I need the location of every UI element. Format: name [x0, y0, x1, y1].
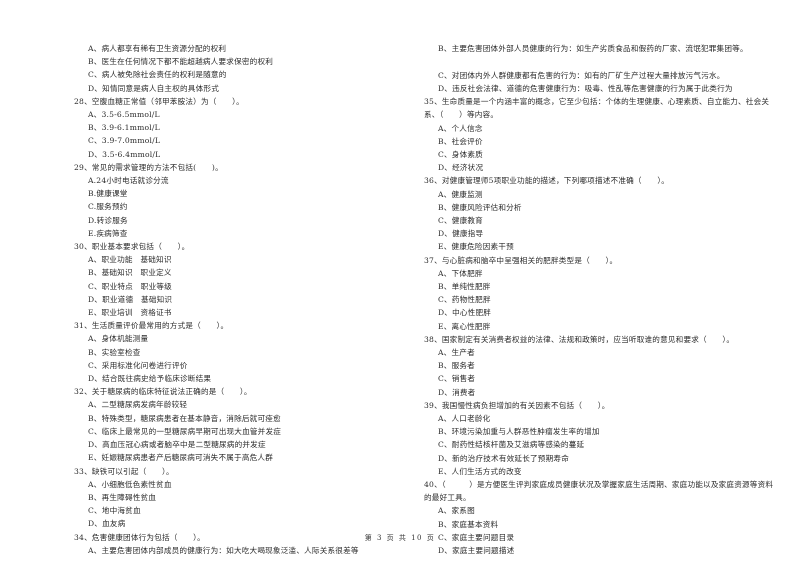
q34-option-c: C、对团体内外人群健康都有危害的行为：如有的厂矿生产过程大量排放污气污水。	[438, 70, 725, 80]
q33-option-a: A、小细胞低色素性贫血	[88, 479, 172, 489]
q35-option-a: A、个人信念	[438, 123, 483, 133]
q31-option-d: D、结合既往病史给予临床诊断结果	[88, 374, 212, 384]
q27-option-b: B、医生在任何情况下都不能超越病人要求保密的权利	[88, 57, 274, 67]
q39-option-a: A、人口老龄化	[438, 413, 491, 423]
q39-option-e: E、人们生活方式的改变	[438, 466, 522, 476]
q31-option-c: C、采用标准化问卷进行评价	[88, 360, 188, 370]
q37-option-c: C、药物性肥胖	[438, 295, 491, 305]
q30-option-e: E、职业培训 资格证书	[88, 308, 172, 318]
q36-option-c: C、健康教育	[438, 215, 483, 225]
q28-option-b: B、3.9-6.1mmol/L	[88, 123, 160, 133]
q39-stem: 39、我国慢性病负担增加的有关因素不包括（ ）。	[424, 400, 610, 410]
q32-option-c: C、临床上最常见的一型糖尿病早期可出现大血管并发症	[88, 426, 282, 436]
q40-option-b: B、家庭基本资料	[438, 519, 499, 529]
q39-option-c: C、耐药性结核杆菌及艾滋病等感染的蔓延	[438, 440, 585, 450]
q33-option-c: C、地中海贫血	[88, 506, 141, 516]
q39-option-b: B、环境污染加重与人群恶性肿瘤发生率的增加	[438, 427, 600, 437]
q27-option-c: C、病人被免除社会责任的权利是随意的	[88, 70, 227, 80]
q34-option-d: D、违反社会法律、道德的危害健康行为：吸毒、性乱等危害健康的行为属于此类行为	[438, 83, 733, 93]
q27-option-a: A、病人都享有稀有卫生资源分配的权利	[88, 44, 227, 53]
q36-option-b: B、健康风险评估和分析	[438, 202, 522, 212]
q35-stem: 35、生命质量是一个内涵丰富的概念，它至少包括：个体的生理健康、心理素质、自立能…	[424, 97, 770, 120]
q36-option-a: A、健康监测	[438, 189, 483, 199]
q27-option-d: D、知情同意是病人自主权的具体形式	[88, 83, 219, 93]
q35-option-d: D、经济状况	[438, 163, 484, 173]
q29-option-a: A.24小时电话就诊分流	[88, 176, 169, 186]
q36-option-d: D、健康指导	[438, 229, 484, 239]
q34-option-b: B、主要危害团体外部人员健康的行为：如生产劣质食品和假药的厂家、流氓犯罪集团等。	[438, 44, 748, 53]
q29-option-b: B.健康课堂	[88, 189, 128, 199]
q38-option-c: C、销售者	[438, 374, 476, 384]
q36-option-e: E、健康危险因素干预	[438, 242, 514, 252]
q40-stem: 40、（ ）是方便医生评判家庭成员健康状况及掌握家庭生活周期、家庭功能以及家庭资…	[424, 480, 774, 503]
q28-stem: 28、空腹血糖正常值（邻甲苯胺法）为（ ）。	[74, 96, 244, 106]
q40-option-a: A、家系图	[438, 506, 475, 516]
q36-stem: 36、对健康管理师5项职业功能的描述，下列哪项描述不准确（ ）。	[424, 176, 670, 186]
q38-option-d: D、消费者	[438, 387, 476, 397]
q28-option-c: C、3.9-7.0mmol/L	[88, 136, 161, 146]
q29-option-c: C.服务预约	[88, 202, 128, 212]
q37-option-a: A、下体肥胖	[438, 268, 483, 278]
q35-option-b: B、社会评价	[438, 136, 483, 146]
q34-option-a: A、主要危害团体内部成员的健康行为：如大吃大喝现象泛滥、人际关系很差等	[88, 545, 359, 555]
q38-stem: 38、国家制定有关消费者权益的法律、法规和政策时，应当听取谁的意见和要求（ ）。	[424, 334, 735, 344]
q38-option-a: A、生产者	[438, 347, 475, 357]
q29-stem: 29、常见的需求管理的方法不包括( )。	[74, 162, 223, 172]
q30-option-a: A、职业功能 基础知识	[88, 255, 172, 265]
q31-option-a: A、身体机能测量	[88, 334, 149, 344]
q37-option-b: B、单纯性肥胖	[438, 281, 491, 291]
q33-option-d: D、血友病	[88, 519, 126, 529]
left-column: A、病人都享有稀有卫生资源分配的权利 B、医生在任何情况下都不能超越病人要求保密…	[74, 42, 394, 557]
q37-stem: 37、与心脏病和脑卒中呈强相关的肥胖类型是（ ）。	[424, 255, 618, 265]
q37-option-d: D、中心性肥胖	[438, 308, 492, 318]
q37-option-e: E、离心性肥胖	[438, 321, 491, 331]
q40-option-d: D、家庭主要问题描述	[438, 546, 515, 556]
q38-option-b: B、服务者	[438, 361, 475, 371]
q32-option-a: A、二型糖尿病发病年龄较轻	[88, 400, 188, 410]
q35-option-c: C、身体素质	[438, 149, 483, 159]
q28-option-a: A、3.5-6.5mmol/L	[88, 110, 160, 120]
q32-option-b: B、特殊类型，糖尿病患者在基本静音，消除后就可痊愈	[88, 413, 281, 423]
q30-option-d: D、职业道德 基础知识	[88, 294, 173, 304]
q31-option-b: B、实验室检查	[88, 347, 141, 357]
q30-option-b: B、基础知识 职业定义	[88, 268, 172, 278]
q39-option-d: D、新的治疗技术有效延长了预期寿命	[438, 453, 569, 463]
q28-option-d: D、3.5-6.4mmol/L	[88, 149, 161, 159]
q29-option-d: D.转诊服务	[88, 215, 128, 225]
page-number-footer: 第 3 页 共 10 页	[364, 534, 436, 542]
q32-stem: 32、关于糖尿病的临床特征说法正确的是（ ）。	[74, 387, 252, 397]
q31-stem: 31、生活质量评价最常用的方式是（ ）。	[74, 321, 229, 331]
q29-option-e: E.疾病筛查	[88, 228, 128, 238]
q30-option-c: C、职业特点 职业等级	[88, 281, 172, 291]
q32-option-d: D、高血压冠心病或者脑卒中是二型糖尿病的并发症	[88, 440, 266, 450]
q32-option-e: E、妊娠糖尿病患者产后糖尿病可消失不属于高危人群	[88, 453, 273, 463]
right-column: B、主要危害团体外部人员健康的行为：如生产劣质食品和假药的厂家、流氓犯罪集团等。…	[424, 42, 774, 557]
q33-stem: 33、缺铁可以引起（ ）。	[74, 466, 174, 476]
q33-option-b: B、再生障碍性贫血	[88, 492, 157, 502]
q30-stem: 30、职业基本要求包括（ ）。	[74, 242, 190, 252]
